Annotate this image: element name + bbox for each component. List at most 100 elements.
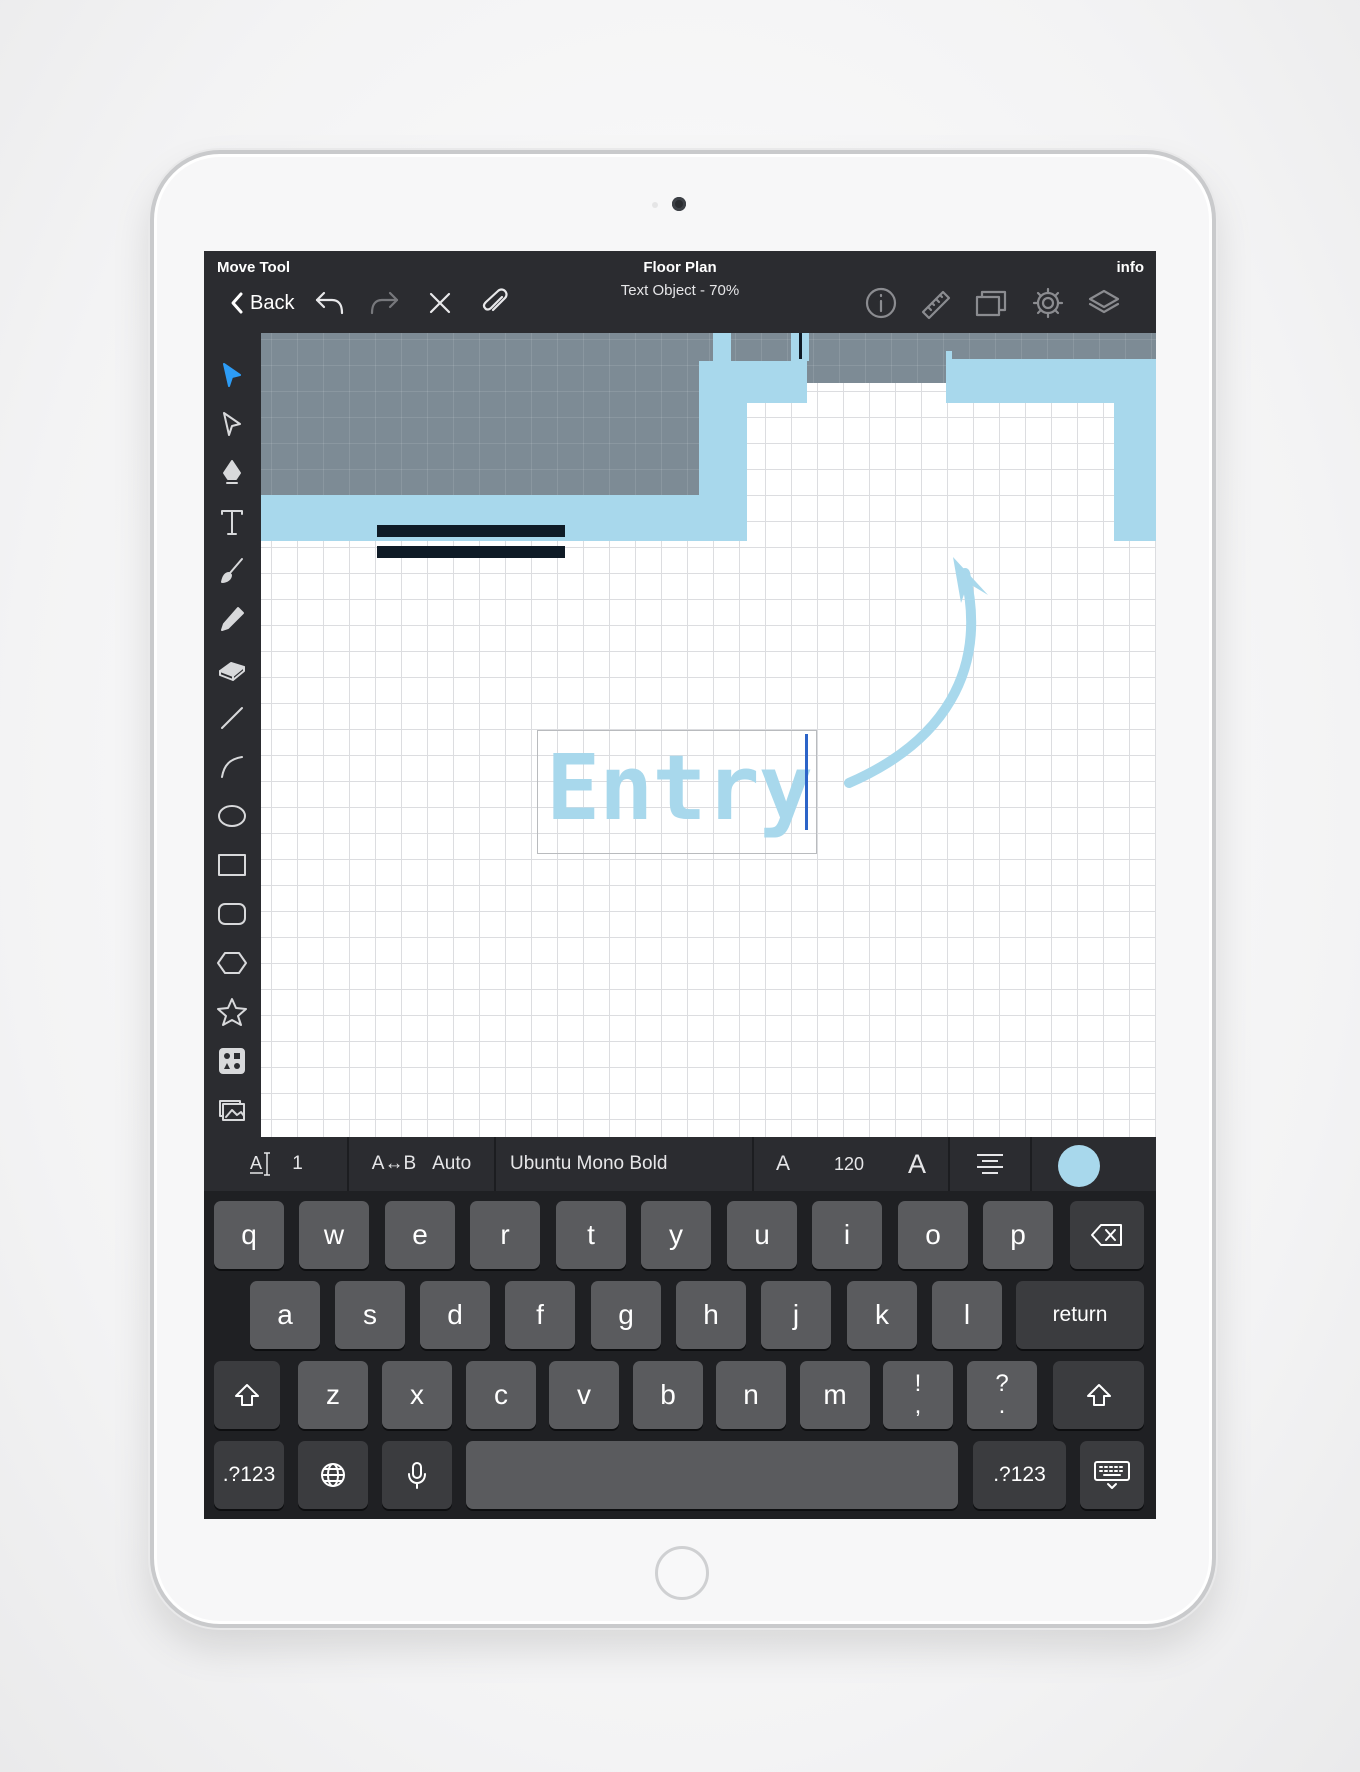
letter-spacing-control[interactable]: A↔B Auto [349, 1137, 496, 1191]
tool-eraser[interactable] [214, 651, 250, 687]
key-question-period[interactable]: ?. [967, 1361, 1037, 1429]
key-n[interactable]: n [716, 1361, 786, 1429]
font-picker[interactable]: Ubuntu Mono Bold [496, 1137, 754, 1191]
backspace-icon [1091, 1224, 1122, 1246]
redo-button[interactable] [366, 285, 402, 321]
back-button[interactable]: Back [230, 291, 294, 315]
globe-key[interactable] [298, 1441, 368, 1509]
tool-pen[interactable] [214, 455, 250, 491]
key-j[interactable]: j [761, 1281, 831, 1349]
tool-brush[interactable] [214, 553, 250, 589]
tool-star[interactable] [214, 994, 250, 1030]
entry-text[interactable]: Entry [546, 733, 813, 845]
key-r[interactable]: r [470, 1201, 540, 1269]
pages-button[interactable] [973, 285, 1009, 321]
document-title: Floor Plan [643, 259, 717, 276]
ellipse-icon [218, 805, 246, 827]
globe-icon [321, 1463, 345, 1487]
key-d[interactable]: d [420, 1281, 490, 1349]
key-x[interactable]: x [382, 1361, 452, 1429]
key-o[interactable]: o [898, 1201, 968, 1269]
dictation-key[interactable] [382, 1441, 452, 1509]
onscreent-keyboard: q w e r t y u i o p a s d f g h j k l re… [204, 1191, 1156, 1519]
key-k[interactable]: k [847, 1281, 917, 1349]
rounded-rectangle-icon [218, 903, 246, 925]
key-p[interactable]: p [983, 1201, 1053, 1269]
attach-button[interactable] [478, 285, 514, 321]
key-s[interactable]: s [335, 1281, 405, 1349]
info-button[interactable] [863, 285, 899, 321]
back-label: Back [250, 291, 295, 314]
svg-text:A: A [250, 1153, 262, 1173]
tool-text[interactable] [214, 504, 250, 540]
key-b[interactable]: b [633, 1361, 703, 1429]
key-h[interactable]: h [676, 1281, 746, 1349]
text-color-swatch[interactable] [1058, 1145, 1100, 1187]
delete-button[interactable] [422, 285, 458, 321]
font-name: Ubuntu Mono Bold [510, 1153, 668, 1174]
settings-button[interactable] [1030, 285, 1066, 321]
return-key[interactable]: return [1016, 1281, 1144, 1349]
redo-icon [370, 291, 399, 315]
undo-button[interactable] [312, 285, 348, 321]
tool-rectangle[interactable] [214, 847, 250, 883]
numbers-key-left[interactable]: .?123 [214, 1441, 284, 1509]
key-v[interactable]: v [549, 1361, 619, 1429]
key-c[interactable]: c [466, 1361, 536, 1429]
brush-icon [221, 558, 243, 583]
text-format-bar: A 1 A↔B Auto Ubuntu Mono Bold A 120 A [204, 1137, 1156, 1191]
increase-size-button[interactable]: A [908, 1149, 926, 1180]
key-z[interactable]: z [298, 1361, 368, 1429]
key-w[interactable]: w [299, 1201, 369, 1269]
key-i[interactable]: i [812, 1201, 882, 1269]
align-center-icon [977, 1154, 1003, 1174]
tool-ellipse[interactable] [214, 798, 250, 834]
shift-icon [235, 1384, 259, 1406]
rectangle-icon [218, 854, 246, 876]
layers-button[interactable] [1086, 285, 1122, 321]
line-spacing-control[interactable]: A 1 [204, 1137, 349, 1191]
space-bar[interactable] [466, 1441, 958, 1509]
alignment-button[interactable] [950, 1137, 1032, 1191]
key-e[interactable]: e [385, 1201, 455, 1269]
tools-palette [204, 333, 261, 1137]
key-t[interactable]: t [556, 1201, 626, 1269]
info-link[interactable]: info [1117, 259, 1145, 276]
key-l[interactable]: l [932, 1281, 1002, 1349]
drawing-canvas[interactable]: Entry [261, 333, 1156, 1137]
key-a[interactable]: a [250, 1281, 320, 1349]
tool-hexagon[interactable] [214, 945, 250, 981]
key-g[interactable]: g [591, 1281, 661, 1349]
home-button[interactable] [655, 1546, 709, 1600]
font-size-value: 120 [833, 1153, 865, 1174]
star-icon [217, 998, 247, 1026]
dismiss-keyboard-key[interactable] [1080, 1441, 1144, 1509]
tool-pencil[interactable] [214, 602, 250, 638]
info-icon [865, 287, 897, 319]
delete-key[interactable] [1070, 1201, 1144, 1269]
key-y[interactable]: y [641, 1201, 711, 1269]
front-sensor [652, 202, 658, 208]
key-m[interactable]: m [800, 1361, 870, 1429]
numbers-key-right[interactable]: .?123 [973, 1441, 1066, 1509]
tool-shapes-library[interactable] [214, 1043, 250, 1079]
key-u[interactable]: u [727, 1201, 797, 1269]
tool-direct-select[interactable] [214, 406, 250, 442]
tool-line[interactable] [214, 700, 250, 736]
shift-key-right[interactable] [1053, 1361, 1144, 1429]
text-object-selection[interactable]: Entry [537, 730, 817, 854]
tool-image[interactable] [214, 1092, 250, 1128]
tool-arc[interactable] [214, 749, 250, 785]
key-f[interactable]: f [505, 1281, 575, 1349]
key-exclaim-comma[interactable]: !, [883, 1361, 953, 1429]
keyboard-dismiss-icon [1094, 1461, 1130, 1489]
key-q[interactable]: q [214, 1201, 284, 1269]
image-icon [219, 1100, 245, 1121]
decrease-size-button[interactable]: A [776, 1152, 790, 1176]
layers-icon [1088, 289, 1120, 314]
tool-rounded-rectangle[interactable] [214, 896, 250, 932]
shift-key-left[interactable] [214, 1361, 280, 1429]
tool-select[interactable] [214, 357, 250, 393]
line-icon [221, 707, 243, 729]
ruler-button[interactable] [918, 285, 954, 321]
